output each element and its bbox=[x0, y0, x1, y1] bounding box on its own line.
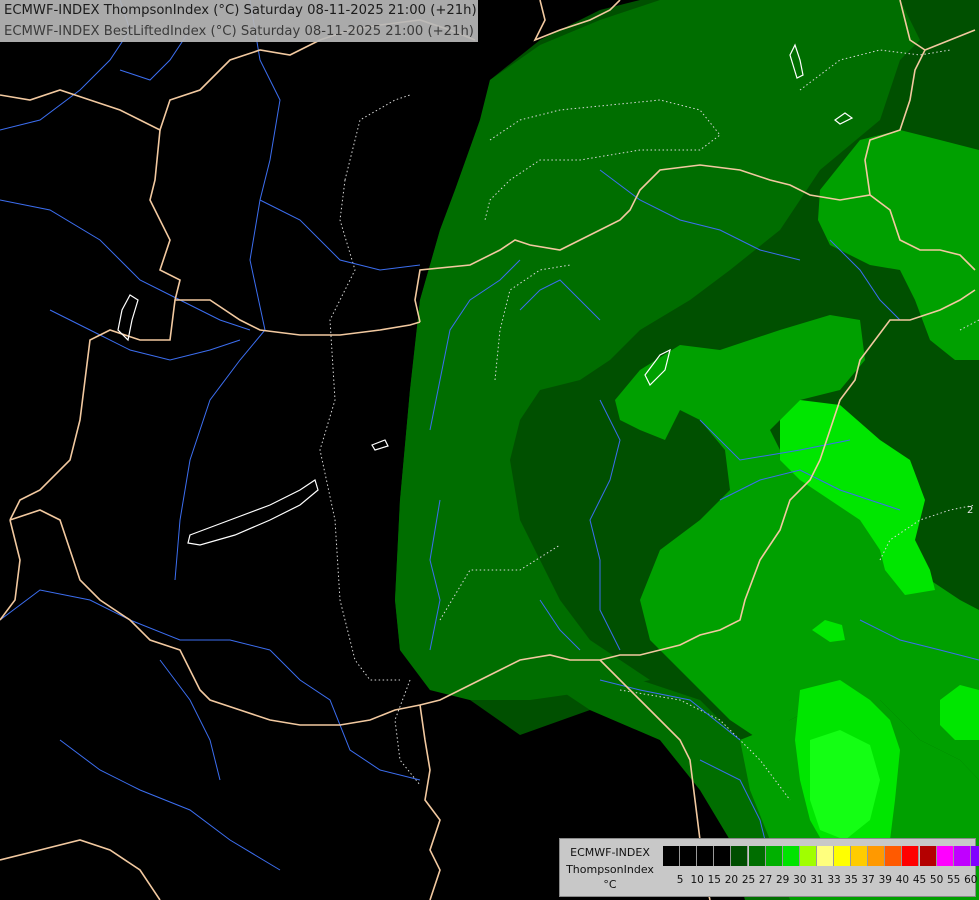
legend-tick: 45 bbox=[912, 874, 927, 886]
legend-tick: 31 bbox=[810, 874, 824, 886]
legend-swatch bbox=[765, 846, 783, 866]
legend-swatch bbox=[851, 846, 869, 866]
legend-swatch bbox=[970, 846, 979, 866]
contour-label: 2 bbox=[967, 505, 973, 516]
legend-title-parameter: ThompsonIndex bbox=[566, 863, 654, 876]
map-title-thompson-index: ECMWF-INDEX ThompsonIndex (°C) Saturday … bbox=[0, 0, 478, 21]
legend-tick: 27 bbox=[758, 874, 773, 886]
legend-swatch bbox=[902, 846, 920, 866]
legend-tick: 5 bbox=[676, 874, 684, 886]
legend-swatch bbox=[680, 846, 698, 866]
legend-tick: 37 bbox=[861, 874, 875, 886]
legend-swatch bbox=[714, 846, 732, 866]
legend-title-model: ECMWF-INDEX bbox=[570, 846, 650, 859]
legend-swatch bbox=[834, 846, 851, 866]
color-legend: ECMWF-INDEX ThompsonIndex °C 5 10 15 20 25 27… bbox=[559, 838, 979, 897]
legend-swatch bbox=[936, 846, 954, 866]
legend-swatch bbox=[885, 846, 903, 866]
legend-swatch bbox=[782, 846, 800, 866]
legend-swatch bbox=[697, 846, 715, 866]
weather-map[interactable]: 2 bbox=[0, 0, 979, 900]
legend-swatch bbox=[663, 846, 680, 866]
legend-tick: 10 bbox=[690, 874, 704, 886]
legend-tick: 20 bbox=[724, 874, 739, 886]
legend-unit: °C bbox=[603, 878, 617, 891]
legend-swatch bbox=[748, 846, 766, 866]
legend-tick: 60 bbox=[964, 874, 978, 886]
legend-tick: 55 bbox=[947, 874, 961, 886]
legend-tick: 50 bbox=[929, 874, 944, 886]
legend-tick: 25 bbox=[741, 874, 756, 886]
legend-tick: 29 bbox=[776, 874, 790, 886]
legend-tick: 30 bbox=[793, 874, 807, 886]
map-title-best-lifted-index: ECMWF-INDEX BestLiftedIndex (°C) Saturda… bbox=[0, 21, 478, 42]
legend-swatch bbox=[953, 846, 971, 866]
legend-swatch bbox=[868, 846, 886, 866]
legend-swatch bbox=[816, 846, 834, 866]
legend-swatch bbox=[799, 846, 817, 866]
legend-swatch bbox=[919, 846, 937, 866]
legend-swatch bbox=[731, 846, 749, 866]
legend-tick: 39 bbox=[878, 874, 892, 886]
legend-tick: 40 bbox=[895, 874, 910, 886]
legend-tick: 35 bbox=[844, 874, 858, 886]
legend-tick: 15 bbox=[707, 874, 721, 886]
legend-tick: 33 bbox=[827, 874, 841, 886]
